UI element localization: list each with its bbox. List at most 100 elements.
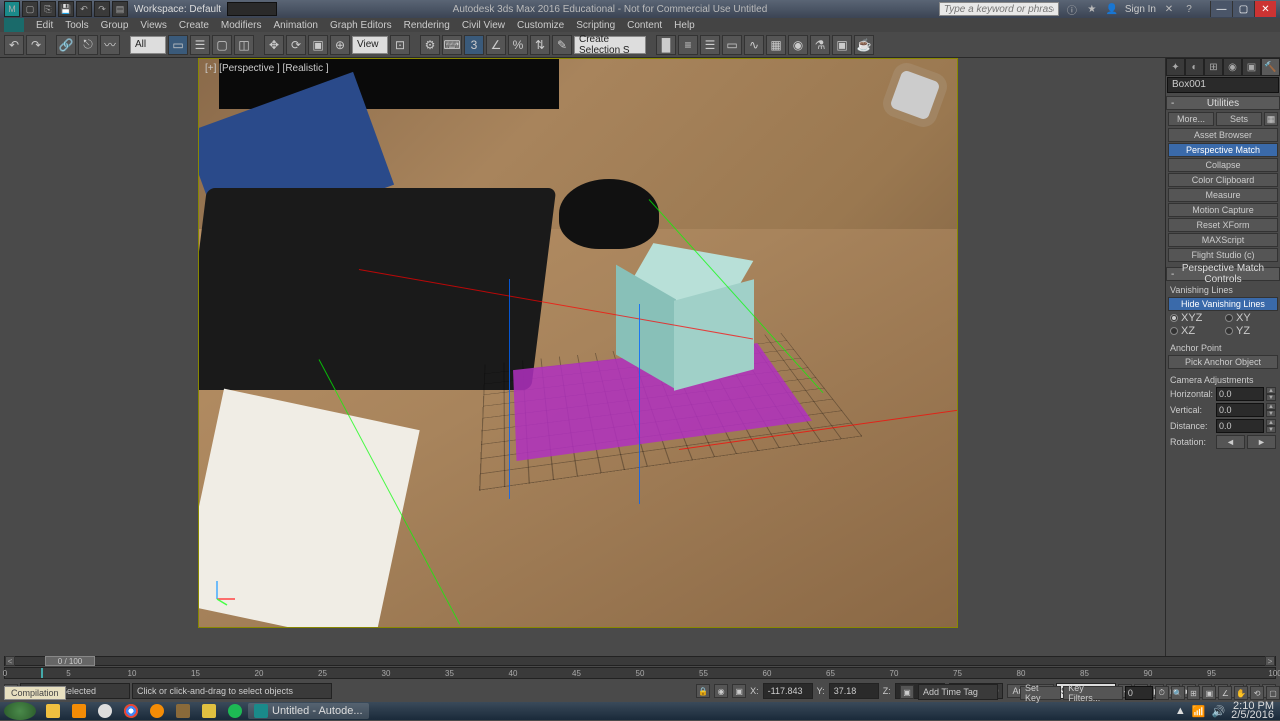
box-object[interactable] bbox=[616, 252, 756, 392]
undo-button[interactable]: ↶ bbox=[4, 35, 24, 55]
menu-graph-editors[interactable]: Graph Editors bbox=[324, 20, 398, 31]
radio-xy[interactable]: XY bbox=[1225, 312, 1276, 324]
slider-prev[interactable]: < bbox=[5, 656, 15, 666]
time-tag-icon[interactable]: ▣ bbox=[900, 685, 914, 699]
workspace-dropdown[interactable] bbox=[227, 2, 277, 16]
task-3dsmax[interactable]: Untitled - Autode... bbox=[248, 703, 369, 719]
rotate-button[interactable]: ⟳ bbox=[286, 35, 306, 55]
render-button[interactable]: ☕ bbox=[854, 35, 874, 55]
system-tray[interactable]: ▲ 📶 🔊 2:10 PM 2/5/2016 bbox=[1169, 702, 1280, 720]
maxscript-listener[interactable]: Compilation bbox=[4, 686, 66, 700]
menu-animation[interactable]: Animation bbox=[267, 20, 323, 31]
menu-modifiers[interactable]: Modifiers bbox=[215, 20, 268, 31]
menu-tools[interactable]: Tools bbox=[59, 20, 94, 31]
scale-button[interactable]: ▣ bbox=[308, 35, 328, 55]
window-crossing-button[interactable]: ◫ bbox=[234, 35, 254, 55]
spinner-up[interactable]: ▲ bbox=[1266, 403, 1276, 410]
menu-content[interactable]: Content bbox=[621, 20, 668, 31]
manipulate-button[interactable]: ⚙ bbox=[420, 35, 440, 55]
schematic-button[interactable]: ▦ bbox=[766, 35, 786, 55]
redo-button[interactable]: ↷ bbox=[26, 35, 46, 55]
signin-icon[interactable]: 👤 bbox=[1105, 2, 1119, 16]
infocenter-icon[interactable]: ⓘ bbox=[1065, 2, 1079, 16]
lock-selection-button[interactable]: 🔒 bbox=[696, 684, 710, 698]
tray-network-icon[interactable]: 📶 bbox=[1192, 705, 1206, 718]
utility-measure[interactable]: Measure bbox=[1168, 188, 1278, 202]
menu-scripting[interactable]: Scripting bbox=[570, 20, 621, 31]
search-input[interactable] bbox=[939, 2, 1059, 16]
placement-button[interactable]: ⊕ bbox=[330, 35, 350, 55]
zoom-button[interactable]: 🔍 bbox=[1171, 686, 1185, 700]
app-menu-icon[interactable]: M bbox=[4, 1, 20, 17]
start-button[interactable] bbox=[4, 702, 36, 720]
pick-anchor-button[interactable]: Pick Anchor Object bbox=[1168, 355, 1278, 369]
redo-icon[interactable]: ↷ bbox=[94, 1, 110, 17]
perspective-viewport[interactable]: [+] [Perspective ] [Realistic ] bbox=[198, 58, 958, 628]
task-itunes[interactable] bbox=[92, 703, 118, 719]
task-vlc[interactable] bbox=[144, 703, 170, 719]
hide-vanishing-lines-button[interactable]: Hide Vanishing Lines bbox=[1168, 297, 1278, 311]
star-icon[interactable]: ★ bbox=[1085, 2, 1099, 16]
isolate-button[interactable]: ◉ bbox=[714, 684, 728, 698]
slider-next[interactable]: > bbox=[1265, 656, 1275, 666]
signin-link[interactable]: Sign In bbox=[1125, 4, 1156, 15]
menu-help[interactable]: Help bbox=[668, 20, 701, 31]
close-button[interactable]: ✕ bbox=[1254, 1, 1276, 17]
time-slider-track[interactable]: 0 / 100 bbox=[15, 656, 1265, 666]
utility-motion-capture[interactable]: Motion Capture bbox=[1168, 203, 1278, 217]
material-editor-button[interactable]: ◉ bbox=[788, 35, 808, 55]
task-notes[interactable] bbox=[196, 703, 222, 719]
named-sel-dropdown[interactable]: Create Selection S bbox=[574, 36, 646, 54]
move-button[interactable]: ✥ bbox=[264, 35, 284, 55]
y-coord[interactable]: 37.18 bbox=[829, 683, 879, 699]
spinner-down[interactable]: ▼ bbox=[1266, 394, 1276, 401]
utility-collapse[interactable]: Collapse bbox=[1168, 158, 1278, 172]
unlink-button[interactable]: ⎋ bbox=[78, 35, 98, 55]
radio-yz[interactable]: YZ bbox=[1225, 325, 1276, 337]
viewcube[interactable] bbox=[885, 65, 945, 125]
maximize-viewport-button[interactable]: ▢ bbox=[1266, 686, 1280, 700]
modify-tab[interactable]: ◐ bbox=[1185, 58, 1204, 76]
utility-asset-browser[interactable]: Asset Browser bbox=[1168, 128, 1278, 142]
task-app1[interactable] bbox=[170, 703, 196, 719]
edit-named-sel-button[interactable]: ✎ bbox=[552, 35, 572, 55]
distance-input[interactable]: 0.0 bbox=[1216, 419, 1264, 433]
maximize-button[interactable]: ▢ bbox=[1232, 1, 1254, 17]
selection-lock-icon[interactable]: ▣ bbox=[732, 684, 746, 698]
snap-toggle-button[interactable]: 3 bbox=[464, 35, 484, 55]
app-icon[interactable] bbox=[4, 18, 24, 32]
task-chrome[interactable] bbox=[118, 703, 144, 719]
key-filters-button[interactable]: Key Filters... bbox=[1063, 686, 1123, 700]
save-icon[interactable]: 💾 bbox=[58, 1, 74, 17]
display-tab[interactable]: ▣ bbox=[1242, 58, 1261, 76]
select-by-name-button[interactable]: ☰ bbox=[190, 35, 210, 55]
ref-coord-dropdown[interactable]: View bbox=[352, 36, 388, 54]
utility-reset-xform[interactable]: Reset XForm bbox=[1168, 218, 1278, 232]
current-frame-input[interactable]: 0 bbox=[1125, 686, 1153, 700]
utility-flight-studio-c-[interactable]: Flight Studio (c) bbox=[1168, 248, 1278, 262]
menu-group[interactable]: Group bbox=[95, 20, 135, 31]
rotation-right-button[interactable]: ► bbox=[1247, 435, 1276, 449]
menu-customize[interactable]: Customize bbox=[511, 20, 570, 31]
viewport-label[interactable]: [+] [Perspective ] [Realistic ] bbox=[205, 63, 329, 74]
spinner-down[interactable]: ▼ bbox=[1266, 426, 1276, 433]
add-time-tag[interactable]: Add Time Tag bbox=[918, 684, 998, 700]
vertical-input[interactable]: 0.0 bbox=[1216, 403, 1264, 417]
motion-tab[interactable]: ◉ bbox=[1223, 58, 1242, 76]
undo-icon[interactable]: ↶ bbox=[76, 1, 92, 17]
select-object-button[interactable]: ▭ bbox=[168, 35, 188, 55]
fov-button[interactable]: ∠ bbox=[1218, 686, 1232, 700]
sets-button[interactable]: Sets bbox=[1216, 112, 1262, 126]
help-icon[interactable]: ? bbox=[1182, 2, 1196, 16]
select-region-button[interactable]: ▢ bbox=[212, 35, 232, 55]
task-explorer[interactable] bbox=[40, 703, 66, 719]
more-button[interactable]: More... bbox=[1168, 112, 1214, 126]
keyboard-shortcut-button[interactable]: ⌨ bbox=[442, 35, 462, 55]
link-button[interactable]: 🔗 bbox=[56, 35, 76, 55]
zoom-extents-button[interactable]: ▣ bbox=[1202, 686, 1216, 700]
create-tab[interactable]: ✦ bbox=[1166, 58, 1185, 76]
utilities-rollout-header[interactable]: Utilities bbox=[1166, 96, 1280, 110]
rotation-left-button[interactable]: ◄ bbox=[1216, 435, 1245, 449]
render-setup-button[interactable]: ⚗ bbox=[810, 35, 830, 55]
utility-perspective-match[interactable]: Perspective Match bbox=[1168, 143, 1278, 157]
